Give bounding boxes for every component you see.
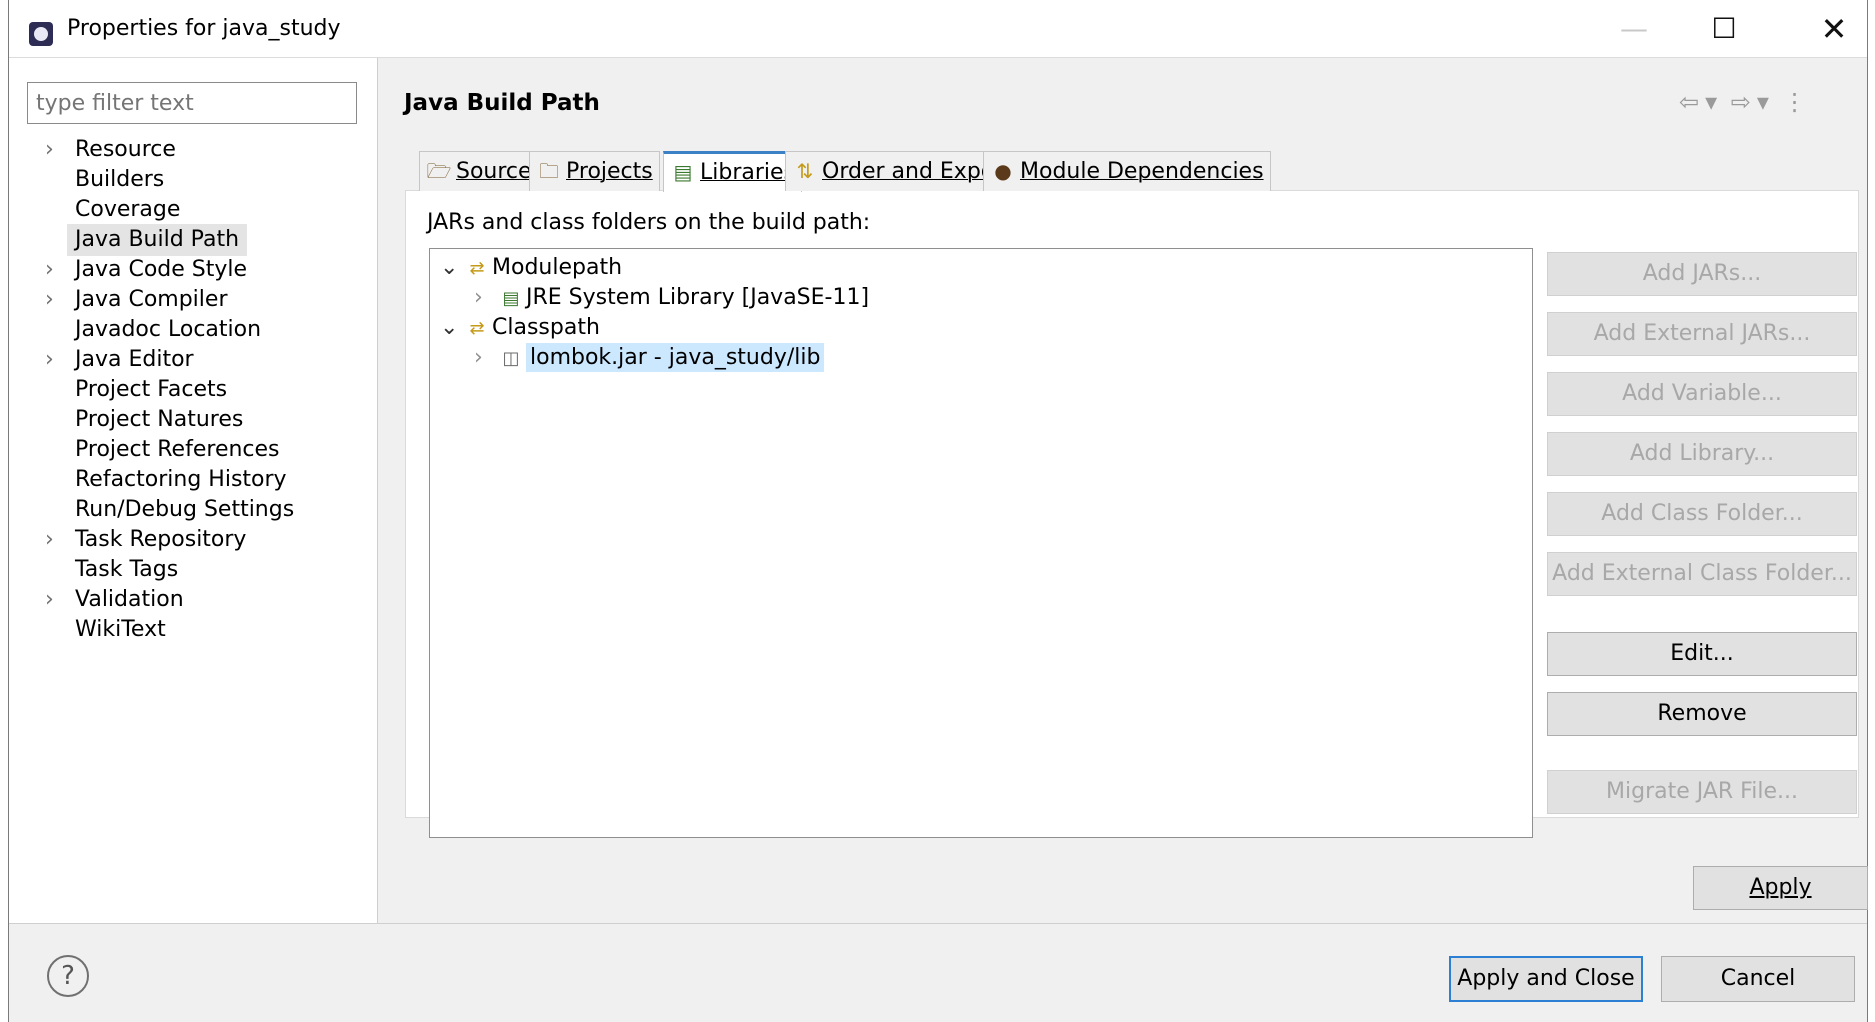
- tree-row[interactable]: › ▤ JRE System Library [JavaSE-11]: [474, 283, 869, 313]
- nav-item-java-build-path[interactable]: Java Build Path: [67, 224, 248, 256]
- window-title: Properties for java_study: [67, 16, 341, 41]
- add-external-class-folder-button[interactable]: Add External Class Folder...: [1547, 552, 1857, 596]
- help-icon[interactable]: ?: [47, 955, 89, 997]
- nav-item-builders[interactable]: Builders: [67, 164, 172, 196]
- nav-item-wikitext[interactable]: WikiText: [67, 614, 174, 646]
- apply-button[interactable]: Apply: [1693, 866, 1868, 910]
- source-folder-icon: 🗁: [426, 159, 452, 183]
- nav-item-project-facets[interactable]: Project Facets: [67, 374, 235, 406]
- library-icon: ▤: [502, 288, 520, 309]
- add-external-jars-button[interactable]: Add External JARs...: [1547, 312, 1857, 356]
- nav-item-coverage[interactable]: Coverage: [67, 194, 188, 226]
- nav-item-project-natures[interactable]: Project Natures: [67, 404, 251, 436]
- cancel-button[interactable]: Cancel: [1661, 956, 1855, 1002]
- migrate-jar-file-button[interactable]: Migrate JAR File...: [1547, 770, 1857, 814]
- nav-item-task-tags[interactable]: Task Tags: [67, 554, 186, 586]
- tree-row[interactable]: ⌄ ⇄ Modulepath: [440, 253, 622, 283]
- footer-divider: [9, 923, 1867, 924]
- apply-button-label: Apply: [1749, 875, 1812, 900]
- path-icon: ⇄: [469, 258, 485, 279]
- tree-row-label: lombok.jar - java_study/lib: [526, 343, 825, 372]
- filter-input[interactable]: [27, 82, 357, 124]
- tab-label: Projects: [566, 159, 653, 184]
- properties-dialog: Properties for java_study — ☐ ✕ ›Resourc…: [8, 0, 1868, 1022]
- chevron-right-icon[interactable]: ›: [474, 283, 496, 313]
- nav-item-java-editor[interactable]: Java Editor: [67, 344, 202, 376]
- back-dropdown-icon[interactable]: ▾: [1705, 88, 1717, 116]
- tab-libraries[interactable]: ▤ Libraries: [663, 151, 803, 192]
- libraries-tree[interactable]: ⌄ ⇄ Modulepath › ▤ JRE System Library [JavaSE…: [429, 248, 1533, 838]
- chevron-right-icon[interactable]: ›: [45, 344, 61, 376]
- tree-row[interactable]: › ◫ lombok.jar - java_study/lib: [474, 343, 825, 373]
- order-export-icon: ⇅: [796, 159, 814, 183]
- nav-item-resource[interactable]: Resource: [67, 134, 184, 166]
- jar-icon: ◫: [502, 348, 520, 369]
- edit-button[interactable]: Edit...: [1547, 632, 1857, 676]
- nav-item-task-repository[interactable]: Task Repository: [67, 524, 254, 556]
- chevron-down-icon[interactable]: ⌄: [440, 253, 462, 283]
- eclipse-icon: [29, 22, 53, 46]
- minimize-button[interactable]: —: [1599, 0, 1669, 58]
- view-menu-icon[interactable]: ⋮: [1783, 88, 1807, 116]
- back-arrow-icon[interactable]: ⇦: [1679, 88, 1699, 116]
- nav-item-run-debug-settings[interactable]: Run/Debug Settings: [67, 494, 302, 526]
- tab-label: Libraries: [700, 160, 796, 185]
- chevron-right-icon[interactable]: ›: [45, 134, 61, 166]
- tree-row-label: JRE System Library [JavaSE-11]: [526, 285, 870, 310]
- add-variable-button[interactable]: Add Variable...: [1547, 372, 1857, 416]
- tab-label: Source: [456, 159, 532, 184]
- nav-item-project-references[interactable]: Project References: [67, 434, 288, 466]
- module-icon: ●: [994, 159, 1012, 183]
- tree-row[interactable]: ⌄ ⇄ Classpath: [440, 313, 600, 343]
- remove-button[interactable]: Remove: [1547, 692, 1857, 736]
- nav-item-refactoring-history[interactable]: Refactoring History: [67, 464, 295, 496]
- tab-projects[interactable]: 🗀 Projects: [529, 151, 660, 191]
- add-class-folder-button[interactable]: Add Class Folder...: [1547, 492, 1857, 536]
- projects-folder-icon: 🗀: [539, 159, 559, 183]
- chevron-right-icon[interactable]: ›: [474, 343, 496, 373]
- page-nav-controls: ⇦ ▾ ⇨ ▾ ⋮: [1679, 88, 1813, 116]
- add-library-button[interactable]: Add Library...: [1547, 432, 1857, 476]
- chevron-right-icon[interactable]: ›: [45, 254, 61, 286]
- path-icon: ⇄: [469, 318, 485, 339]
- tree-row-label: Modulepath: [492, 255, 623, 280]
- tab-label: Module Dependencies: [1020, 159, 1264, 184]
- forward-dropdown-icon[interactable]: ▾: [1757, 88, 1769, 116]
- chevron-right-icon[interactable]: ›: [45, 584, 61, 616]
- nav-item-javadoc-location[interactable]: Javadoc Location: [67, 314, 269, 346]
- nav-item-java-code-style[interactable]: Java Code Style: [67, 254, 255, 286]
- tab-module-dependencies[interactable]: ● Module Dependencies: [983, 151, 1271, 191]
- libraries-icon: ▤: [673, 160, 693, 184]
- title-bar: Properties for java_study — ☐ ✕: [9, 0, 1867, 58]
- nav-item-validation[interactable]: Validation: [67, 584, 192, 616]
- add-jars-button[interactable]: Add JARs...: [1547, 252, 1857, 296]
- page-title: Java Build Path: [404, 90, 600, 116]
- chevron-right-icon[interactable]: ›: [45, 524, 61, 556]
- chevron-down-icon[interactable]: ⌄: [440, 313, 462, 343]
- chevron-right-icon[interactable]: ›: [45, 284, 61, 316]
- apply-and-close-button[interactable]: Apply and Close: [1449, 956, 1643, 1002]
- tree-row-label: Classpath: [492, 315, 600, 340]
- forward-arrow-icon[interactable]: ⇨: [1731, 88, 1751, 116]
- tab-source[interactable]: 🗁 Source: [419, 151, 539, 191]
- close-button[interactable]: ✕: [1799, 0, 1869, 58]
- maximize-button[interactable]: ☐: [1689, 0, 1759, 58]
- nav-item-java-compiler[interactable]: Java Compiler: [67, 284, 236, 316]
- properties-nav-pane: ›ResourceBuildersCoverageJava Build Path…: [9, 58, 378, 923]
- libraries-label: JARs and class folders on the build path…: [427, 210, 871, 235]
